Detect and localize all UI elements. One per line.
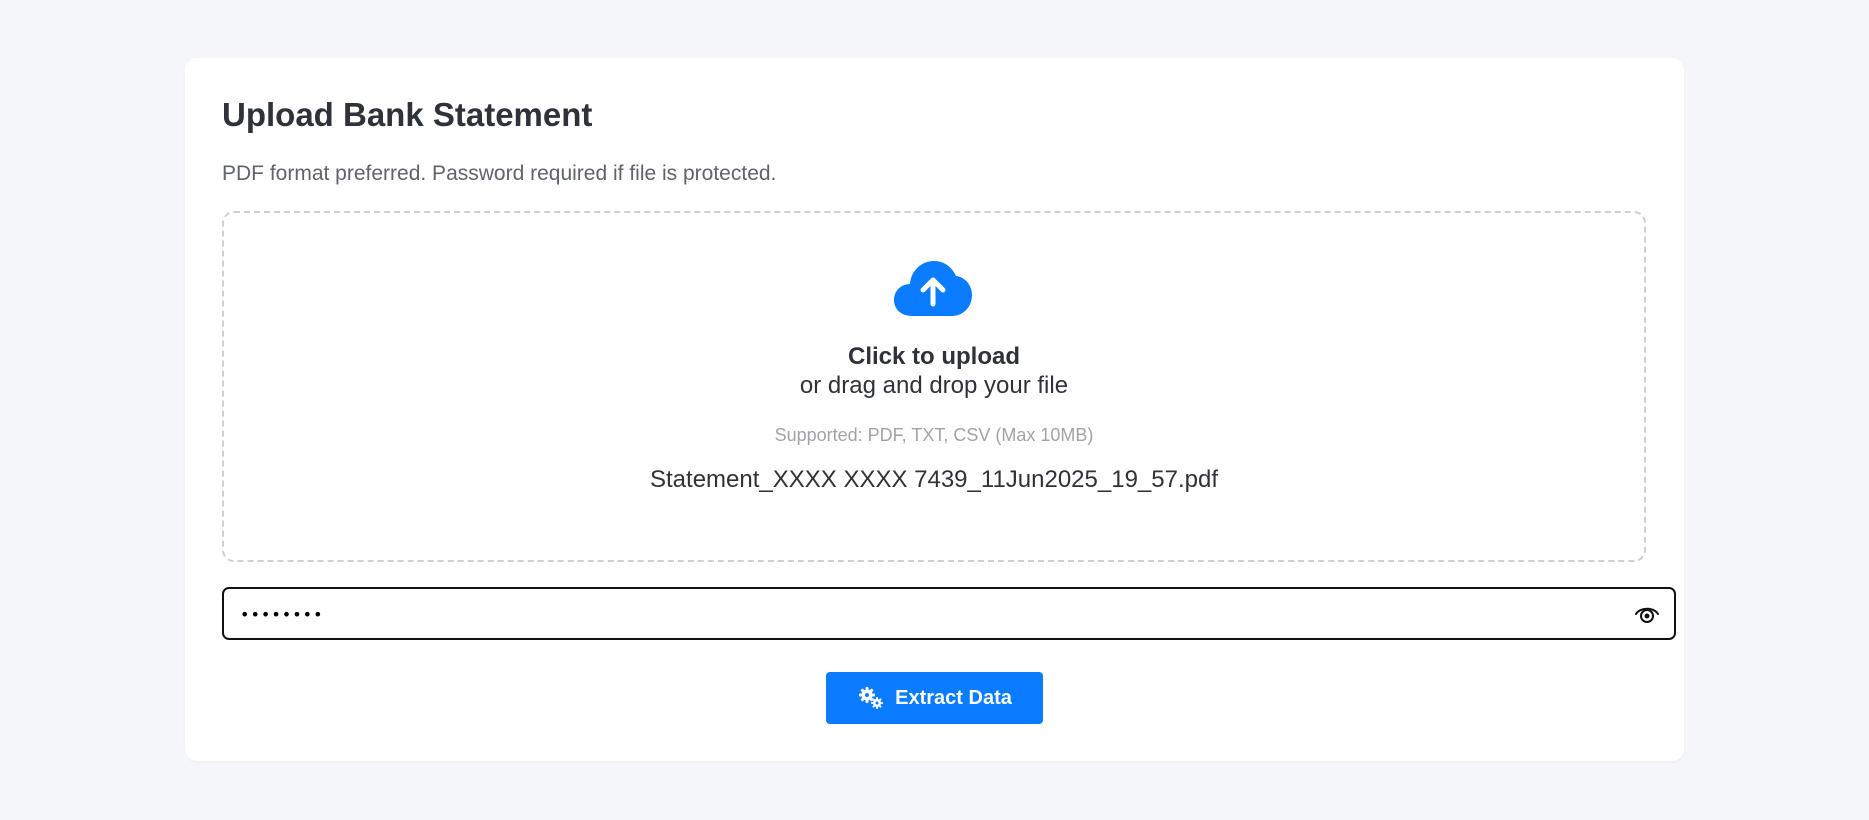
click-to-upload-label[interactable]: Click to upload bbox=[224, 343, 1644, 371]
file-dropzone[interactable]: Click to upload or drag and drop your fi… bbox=[222, 211, 1646, 562]
gears-icon bbox=[859, 687, 884, 709]
extract-data-label: Extract Data bbox=[895, 686, 1012, 709]
page-title: Upload Bank Statement bbox=[222, 96, 593, 133]
selected-file-name: Statement_XXXX XXXX 7439_11Jun2025_19_57… bbox=[650, 466, 1218, 493]
drag-drop-label: or drag and drop your file bbox=[799, 372, 1069, 399]
extract-data-button[interactable]: Extract Data bbox=[826, 672, 1043, 724]
supported-formats-hint: Supported: PDF, TXT, CSV (Max 10MB) bbox=[774, 425, 1094, 445]
cloud-upload-icon bbox=[894, 261, 972, 316]
upload-instructions: PDF format preferred. Password required … bbox=[222, 162, 777, 185]
eye-icon[interactable] bbox=[1634, 602, 1660, 624]
password-field bbox=[222, 587, 1676, 640]
upload-card: Upload Bank Statement PDF format preferr… bbox=[185, 58, 1684, 761]
password-input[interactable] bbox=[238, 589, 1602, 639]
